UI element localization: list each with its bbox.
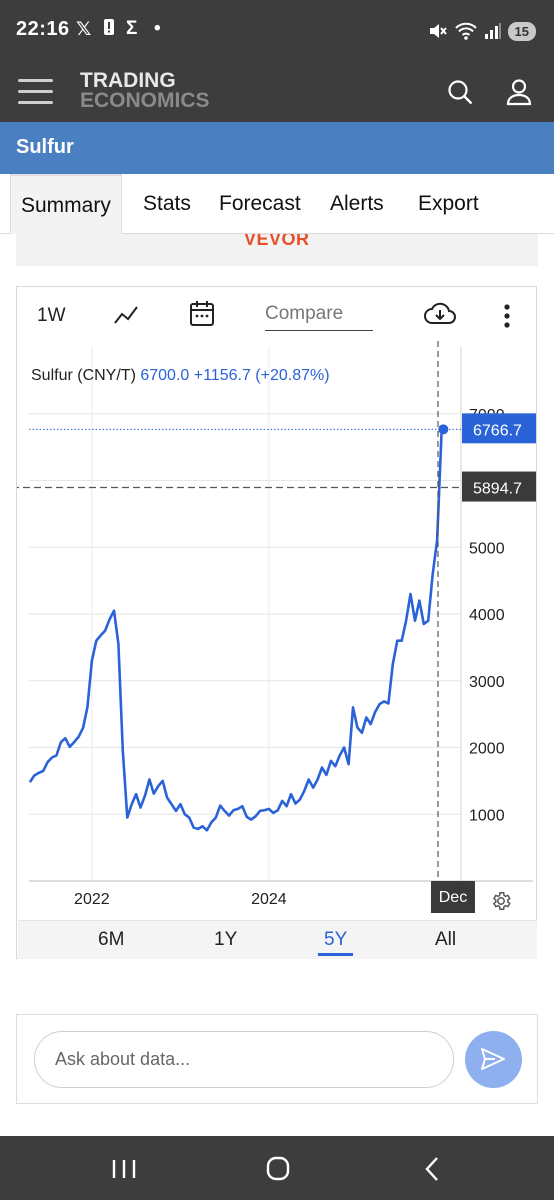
tab-forecast[interactable]: Forecast xyxy=(209,174,311,234)
y-tick-label: 1000 xyxy=(469,807,505,824)
back-icon[interactable] xyxy=(413,1154,453,1184)
ad-banner[interactable]: VEVOR xyxy=(16,234,538,266)
signal-icon xyxy=(484,23,501,39)
settings-gear-icon[interactable] xyxy=(490,890,512,912)
home-icon[interactable] xyxy=(258,1154,298,1184)
status-right-icons: 15 xyxy=(428,20,536,42)
y-tick-label: 5000 xyxy=(469,540,505,557)
legend-series-name: Sulfur (CNY/T) xyxy=(31,367,136,384)
chart-legend: Sulfur (CNY/T) 6700.0 +1156.7 (+20.87%) xyxy=(31,367,330,385)
page-title-bar: Sulfur xyxy=(0,122,554,174)
send-icon xyxy=(481,1048,505,1070)
x-tick-label: 2022 xyxy=(74,891,110,908)
chart-overlay: 6766.7 5894.7 Dec xyxy=(17,341,536,913)
download-cloud-icon[interactable] xyxy=(423,301,457,327)
price-chart[interactable]: 100020003000400050007000202220242 6766.7… xyxy=(17,287,538,960)
more-vert-icon[interactable] xyxy=(503,303,511,329)
ask-panel: Ask about data... xyxy=(16,1014,538,1104)
ask-input[interactable]: Ask about data... xyxy=(34,1031,454,1088)
tab-stats[interactable]: Stats xyxy=(133,174,201,234)
send-button[interactable] xyxy=(465,1031,522,1088)
recent-apps-icon[interactable] xyxy=(104,1154,144,1184)
tab-alerts[interactable]: Alerts xyxy=(320,174,394,234)
dot-notification-icon: • xyxy=(154,18,161,39)
ad-brand-logo: VEVOR xyxy=(244,234,310,249)
crosshair-x-flag-label: Dec xyxy=(439,889,467,906)
logo-line2: ECONOMICS xyxy=(80,89,210,112)
range-1y[interactable]: 1Y xyxy=(214,929,237,951)
app-header: TRADING ECONOMICS xyxy=(0,62,554,122)
search-icon[interactable] xyxy=(446,78,474,106)
battery-badge: 15 xyxy=(507,21,536,41)
last-value-flag-label: 6766.7 xyxy=(473,422,522,439)
chart-axes: 100020003000400050007000202220242 xyxy=(29,347,533,908)
x-notification-icon: 𝕏 xyxy=(76,19,92,40)
x-tick-label: 2024 xyxy=(251,891,287,908)
tab-export[interactable]: Export xyxy=(408,174,489,234)
period-selector[interactable]: 1W xyxy=(37,305,66,327)
sigma-notification-icon: Σ xyxy=(126,18,138,39)
legend-change: +1156.7 (+20.87%) xyxy=(193,367,330,384)
legend-value: 6700.0 xyxy=(140,367,190,384)
chart-grid xyxy=(29,347,461,881)
chart-card: 100020003000400050007000202220242 6766.7… xyxy=(16,286,537,959)
range-selector: 6M 1Y 5Y All xyxy=(18,920,537,959)
crosshair-value-flag-label: 5894.7 xyxy=(473,481,522,498)
last-point-marker xyxy=(438,424,449,435)
trading-economics-logo[interactable]: TRADING ECONOMICS xyxy=(80,69,210,112)
alert-notification-icon xyxy=(103,18,115,42)
status-time: 22:16 xyxy=(16,18,70,40)
compare-input[interactable]: Compare xyxy=(265,303,373,331)
tab-summary[interactable]: Summary xyxy=(10,174,122,234)
system-nav-bar xyxy=(0,1136,554,1200)
tab-bar: Summary Stats Forecast Alerts Export xyxy=(0,174,554,234)
page-title: Sulfur xyxy=(16,136,74,158)
logo-line1: TRADING xyxy=(80,69,176,92)
range-6m[interactable]: 6M xyxy=(98,929,124,951)
calendar-icon[interactable] xyxy=(189,299,215,327)
y-tick-label: 2000 xyxy=(469,741,505,758)
y-tick-label: 3000 xyxy=(469,674,505,691)
mute-icon xyxy=(429,24,447,38)
wifi-icon xyxy=(454,22,477,40)
line-chart-icon[interactable] xyxy=(113,303,141,327)
y-tick-label: 4000 xyxy=(469,607,505,624)
status-bar: 22:16 𝕏 Σ • 15 xyxy=(0,0,554,62)
range-5y[interactable]: 5Y xyxy=(318,929,354,956)
user-icon[interactable] xyxy=(505,78,533,106)
menu-icon[interactable] xyxy=(18,79,53,105)
range-all[interactable]: All xyxy=(435,929,456,951)
